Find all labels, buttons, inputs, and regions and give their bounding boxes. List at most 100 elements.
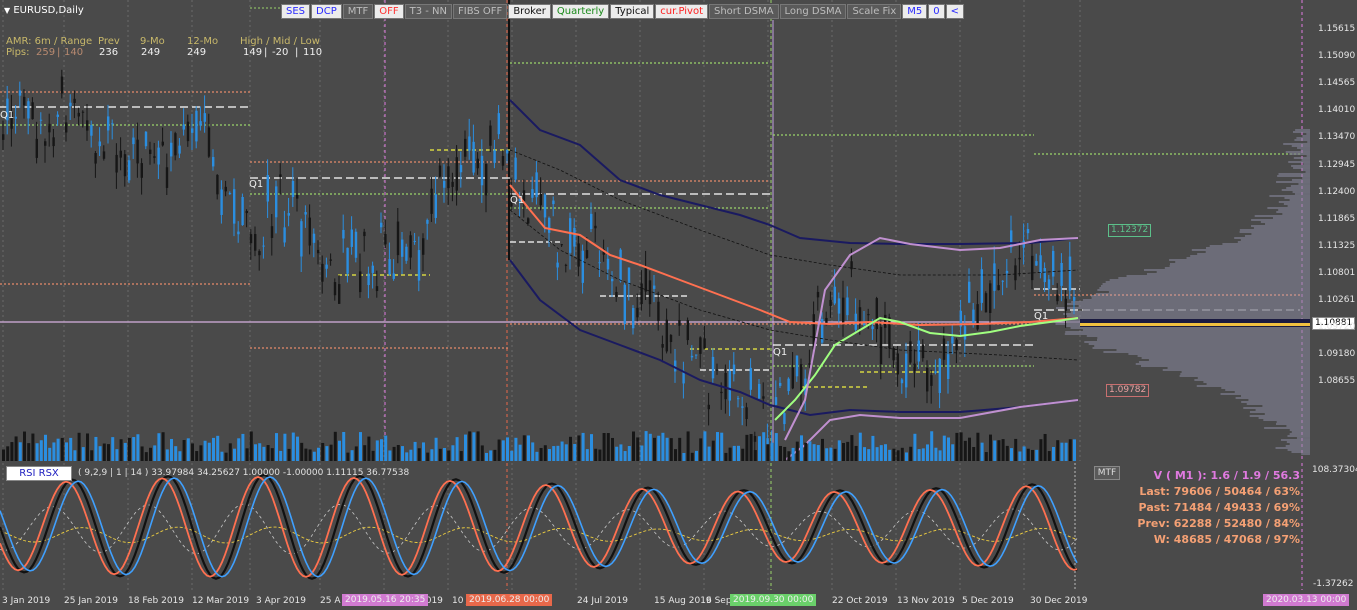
toolbar-button-m5[interactable]: M5 [902, 4, 928, 19]
rsi-rsx-tab[interactable]: RSI RSX [6, 466, 72, 481]
price-axis-tick: 1.15090 [1318, 51, 1356, 62]
volume-bar [308, 449, 312, 461]
quarter-label: Q1 [1034, 311, 1049, 322]
toolbar-button-[interactable]: < [945, 4, 965, 19]
toolbar-button-off[interactable]: OFF [374, 4, 404, 19]
candle-body [833, 286, 836, 304]
candle-body [52, 137, 55, 147]
volume-bar [812, 444, 816, 461]
volume-bar [44, 434, 47, 461]
volume-bar [144, 452, 148, 461]
volume-bar [850, 435, 854, 461]
volume-bar [338, 440, 341, 461]
volume-bar [174, 446, 178, 461]
candle-body [464, 138, 467, 157]
toolbar-button-dcp[interactable]: DCP [311, 4, 342, 19]
volume-bar [879, 445, 883, 461]
candle-body [417, 250, 421, 281]
price-axis-tick: 1.12400 [1318, 186, 1356, 197]
twelve-mo-label: 12-Mo [187, 36, 219, 47]
volume-bar [711, 440, 715, 461]
candle-body [300, 221, 303, 257]
candle-body [980, 269, 983, 303]
candle-body [556, 262, 559, 268]
volume-bar [371, 450, 375, 461]
rsi-upper-band [0, 503, 1078, 555]
toolbar-button-scale-fix[interactable]: Scale Fix [847, 4, 902, 19]
candle-body [976, 304, 979, 330]
volume-bar [640, 445, 644, 461]
candle-body [237, 231, 240, 235]
volume-bar [720, 432, 724, 461]
volume-bar [619, 444, 623, 461]
toolbar-button-long-dsma[interactable]: Long DSMA [779, 4, 847, 19]
volume-bar [959, 432, 963, 461]
toolbar-button-mtf[interactable]: MTF [342, 4, 374, 19]
volume-bar [392, 446, 396, 461]
candle-body [896, 353, 899, 375]
volume-bar [212, 437, 215, 461]
volume-bar [846, 441, 850, 461]
volume-bar [279, 450, 283, 461]
volume-bar [989, 434, 992, 461]
candle-body [296, 194, 299, 199]
candle-body [249, 234, 253, 244]
candle-body [1064, 298, 1067, 311]
toolbar-button-ses[interactable]: SES [281, 4, 311, 19]
volume-bar [753, 450, 757, 461]
dropdown-icon[interactable]: ▼ [4, 6, 10, 15]
candle-body [623, 284, 626, 324]
volume-bar [77, 432, 81, 461]
candle-body [459, 165, 463, 173]
candle-body [270, 226, 274, 238]
candle-body [585, 250, 589, 258]
candle-body [136, 139, 139, 164]
volume-bar [905, 452, 908, 461]
toolbar-button-fibs-off[interactable]: FIBS OFF [453, 4, 508, 19]
volume-bar [867, 449, 871, 461]
toolbar-button-t3-nn[interactable]: T3 - NN [404, 4, 453, 19]
price-axis-tick: 1.13470 [1318, 132, 1356, 143]
candle-body [703, 338, 706, 349]
toolbar-button-short-dsma[interactable]: Short DSMA [709, 4, 779, 19]
volume-bar [18, 442, 22, 461]
candle-body [426, 219, 429, 224]
candle-body [497, 113, 500, 135]
candle-body [279, 174, 282, 177]
volume-bar [514, 437, 518, 461]
candle-body [1039, 255, 1042, 273]
volume-bar [6, 446, 10, 461]
volume-stat-line: W: 48685 / 47068 / 97% [1153, 533, 1300, 546]
volume-bar [888, 449, 892, 461]
candle-body [102, 151, 106, 159]
candle-body [552, 200, 555, 205]
volume-bar [657, 435, 661, 461]
toolbar-button-broker[interactable]: Broker [508, 4, 551, 19]
candle-body [275, 186, 278, 218]
volume-bar [543, 445, 547, 461]
toolbar-button-0[interactable]: 0 [928, 4, 945, 19]
toolbar-button-typical[interactable]: Typical [610, 4, 655, 19]
candle-body [758, 383, 761, 399]
time-axis-tick: 15 Aug 2019 [654, 596, 712, 606]
volume-bar [237, 438, 241, 461]
candle-body [44, 141, 47, 146]
volume-bar [921, 448, 925, 461]
candle-body [644, 268, 647, 292]
time-axis-tick: 25 Jan 2019 [64, 596, 118, 606]
toolbar-button-quarterly[interactable]: Quarterly [551, 4, 610, 19]
candle-body [380, 222, 383, 228]
toolbar-button-cur-pivot[interactable]: cur.Pivot [655, 4, 708, 19]
candle-body [140, 163, 143, 178]
candle-body [900, 379, 904, 384]
candle-body [921, 344, 925, 359]
candle-body [947, 354, 950, 379]
candle-body [867, 314, 870, 316]
candle-body [375, 286, 379, 292]
time-marker-badge: 2019.05.16 20:35 [342, 594, 429, 606]
candle-body [569, 218, 572, 253]
volume-bar [447, 450, 451, 461]
price-axis-tick: 1.11325 [1318, 240, 1356, 251]
candle-body [165, 167, 169, 188]
volume-bar [892, 448, 896, 461]
